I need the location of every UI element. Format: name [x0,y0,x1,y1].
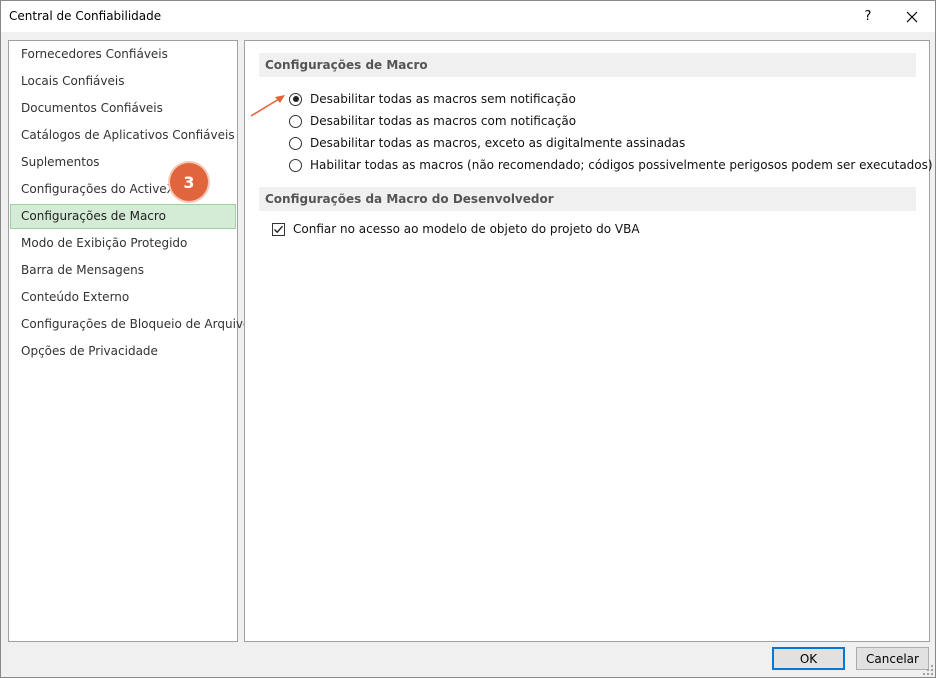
sidebar-item-conteudo-externo[interactable]: Conteúdo Externo [10,285,236,310]
sidebar-item-locais-confiaveis[interactable]: Locais Confiáveis [10,69,236,94]
resize-grip-icon[interactable] [923,665,933,675]
radio-button[interactable] [289,158,302,172]
developer-settings-header: Configurações da Macro do Desenvolvedor [259,187,916,211]
radio-button[interactable] [289,114,302,128]
ok-button[interactable]: OK [772,647,845,670]
arrow-icon [250,95,285,117]
vba-access-checkbox[interactable] [272,222,285,236]
sidebar-item-opcoes-privacidade[interactable]: Opções de Privacidade [10,339,236,364]
sidebar-item-barra-mensagens[interactable]: Barra de Mensagens [10,258,236,283]
sidebar-item-bloqueio-arquivo[interactable]: Configurações de Bloqueio de Arquivo [10,312,250,337]
vba-access-checkbox-row[interactable]: Confiar no acesso ao modelo de objeto do… [272,219,640,239]
sidebar-nav: Fornecedores Confiáveis Locais Confiávei… [8,40,250,642]
radio-label: Desabilitar todas as macros com notifica… [310,114,577,128]
radio-button-selected[interactable] [289,92,302,106]
vba-access-label: Confiar no acesso ao modelo de objeto do… [293,222,640,236]
window-title: Central de Confiabilidade [9,9,162,23]
title-bar: Central de Confiabilidade ? [1,1,935,32]
sidebar-item-catalogos-aplicativos[interactable]: Catálogos de Aplicativos Confiáveis [10,123,236,148]
checkmark-icon [274,225,284,233]
radio-label: Desabilitar todas as macros sem notifica… [310,92,576,106]
sidebar-item-modo-protegido[interactable]: Modo de Exibição Protegido [10,231,236,256]
step-number-badge: 3 [170,163,208,201]
sidebar-item-configuracoes-macro[interactable]: Configurações de Macro [10,204,236,229]
cancel-button[interactable]: Cancelar [856,647,929,670]
radio-button[interactable] [289,136,302,150]
sidebar-item-documentos-confiaveis[interactable]: Documentos Confiáveis [10,96,236,121]
close-icon [906,11,918,22]
sidebar-item-fornecedores-confiaveis[interactable]: Fornecedores Confiáveis [10,42,236,67]
radio-enable-all[interactable]: Habilitar todas as macros (não recomenda… [289,155,933,175]
radio-disable-no-notification[interactable]: Desabilitar todas as macros sem notifica… [289,89,576,109]
trust-center-dialog: Central de Confiabilidade ? Fornecedores… [0,0,936,678]
macro-settings-header: Configurações de Macro [259,53,916,77]
close-button[interactable] [889,1,935,32]
radio-disable-except-signed[interactable]: Desabilitar todas as macros, exceto as d… [289,133,685,153]
radio-label: Desabilitar todas as macros, exceto as d… [310,136,686,150]
radio-disable-with-notification[interactable]: Desabilitar todas as macros com notifica… [289,111,576,131]
radio-label: Habilitar todas as macros (não recomenda… [310,158,933,172]
settings-panel: Configurações de Macro Desabilitar todas… [244,40,933,642]
help-button[interactable]: ? [845,1,891,32]
